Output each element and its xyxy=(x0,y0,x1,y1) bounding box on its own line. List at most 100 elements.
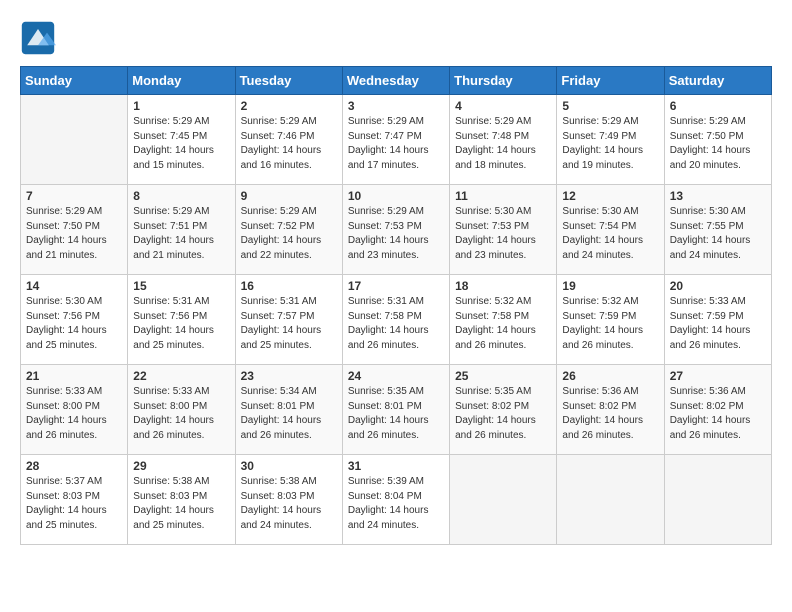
calendar-cell: 17 Sunrise: 5:31 AM Sunset: 7:58 PM Dayli… xyxy=(342,275,449,365)
day-number: 10 xyxy=(348,189,444,203)
day-info: Sunrise: 5:31 AM Sunset: 7:57 PM Dayligh… xyxy=(241,295,337,353)
calendar-cell: 11 Sunrise: 5:30 AM Sunset: 7:53 PM Dayli… xyxy=(450,185,557,275)
day-number: 12 xyxy=(562,189,658,203)
calendar-cell: 23Sunrise: 5:34 AM Sunset: 8:01 PM Dayli… xyxy=(235,365,342,455)
day-number: 22 xyxy=(133,369,229,383)
calendar-cell: 26Sunrise: 5:36 AM Sunset: 8:02 PM Dayli… xyxy=(557,365,664,455)
day-number: 31 xyxy=(348,459,444,473)
day-number: 6 xyxy=(670,99,766,113)
day-info: Sunrise: 5:36 AM Sunset: 8:02 PM Dayligh… xyxy=(670,385,766,443)
weekday-header-tuesday: Tuesday xyxy=(235,67,342,95)
day-info: Sunrise: 5:35 AM Sunset: 8:01 PM Dayligh… xyxy=(348,385,444,443)
day-info: Sunrise: 5:29 AM Sunset: 7:49 PM Dayligh… xyxy=(562,115,658,173)
day-info: Sunrise: 5:29 AM Sunset: 7:52 PM Dayligh… xyxy=(241,205,337,263)
day-number: 29 xyxy=(133,459,229,473)
calendar-header-row: SundayMondayTuesdayWednesdayThursdayFrid… xyxy=(21,67,772,95)
day-info: Sunrise: 5:29 AM Sunset: 7:45 PM Dayligh… xyxy=(133,115,229,173)
calendar-cell: 27 Sunrise: 5:36 AM Sunset: 8:02 PM Dayli… xyxy=(664,365,771,455)
calendar-week-row: 28Sunrise: 5:37 AM Sunset: 8:03 PM Dayli… xyxy=(21,455,772,545)
calendar-cell: 9 Sunrise: 5:29 AM Sunset: 7:52 PM Daylig… xyxy=(235,185,342,275)
day-info: Sunrise: 5:32 AM Sunset: 7:58 PM Dayligh… xyxy=(455,295,551,353)
logo-icon xyxy=(20,20,56,56)
calendar-cell: 22 Sunrise: 5:33 AM Sunset: 8:00 PM Dayli… xyxy=(128,365,235,455)
day-info: Sunrise: 5:33 AM Sunset: 7:59 PM Dayligh… xyxy=(670,295,766,353)
calendar-cell: 21 Sunrise: 5:33 AM Sunset: 8:00 PM Dayli… xyxy=(21,365,128,455)
calendar-cell xyxy=(450,455,557,545)
day-info: Sunrise: 5:29 AM Sunset: 7:50 PM Dayligh… xyxy=(26,205,122,263)
day-number: 5 xyxy=(562,99,658,113)
calendar-cell: 10Sunrise: 5:29 AM Sunset: 7:53 PM Dayli… xyxy=(342,185,449,275)
day-number: 7 xyxy=(26,189,122,203)
day-number: 18 xyxy=(455,279,551,293)
calendar-cell: 2 Sunrise: 5:29 AM Sunset: 7:46 PM Daylig… xyxy=(235,95,342,185)
day-info: Sunrise: 5:29 AM Sunset: 7:51 PM Dayligh… xyxy=(133,205,229,263)
day-info: Sunrise: 5:36 AM Sunset: 8:02 PM Dayligh… xyxy=(562,385,658,443)
calendar-cell: 25Sunrise: 5:35 AM Sunset: 8:02 PM Dayli… xyxy=(450,365,557,455)
calendar-cell: 7 Sunrise: 5:29 AM Sunset: 7:50 PM Daylig… xyxy=(21,185,128,275)
calendar-cell: 24 Sunrise: 5:35 AM Sunset: 8:01 PM Dayli… xyxy=(342,365,449,455)
day-number: 13 xyxy=(670,189,766,203)
day-number: 20 xyxy=(670,279,766,293)
day-number: 1 xyxy=(133,99,229,113)
day-info: Sunrise: 5:38 AM Sunset: 8:03 PM Dayligh… xyxy=(133,475,229,533)
weekday-header-monday: Monday xyxy=(128,67,235,95)
calendar-body: 1 Sunrise: 5:29 AM Sunset: 7:45 PM Daylig… xyxy=(21,95,772,545)
calendar-cell: 28Sunrise: 5:37 AM Sunset: 8:03 PM Dayli… xyxy=(21,455,128,545)
weekday-header-saturday: Saturday xyxy=(664,67,771,95)
day-number: 2 xyxy=(241,99,337,113)
day-info: Sunrise: 5:38 AM Sunset: 8:03 PM Dayligh… xyxy=(241,475,337,533)
day-info: Sunrise: 5:33 AM Sunset: 8:00 PM Dayligh… xyxy=(133,385,229,443)
calendar-cell xyxy=(557,455,664,545)
day-info: Sunrise: 5:31 AM Sunset: 7:58 PM Dayligh… xyxy=(348,295,444,353)
day-info: Sunrise: 5:29 AM Sunset: 7:50 PM Dayligh… xyxy=(670,115,766,173)
day-info: Sunrise: 5:30 AM Sunset: 7:56 PM Dayligh… xyxy=(26,295,122,353)
day-number: 21 xyxy=(26,369,122,383)
day-number: 14 xyxy=(26,279,122,293)
calendar-cell: 5 Sunrise: 5:29 AM Sunset: 7:49 PM Daylig… xyxy=(557,95,664,185)
day-info: Sunrise: 5:30 AM Sunset: 7:53 PM Dayligh… xyxy=(455,205,551,263)
calendar-cell: 4Sunrise: 5:29 AM Sunset: 7:48 PM Daylig… xyxy=(450,95,557,185)
calendar-cell: 15Sunrise: 5:31 AM Sunset: 7:56 PM Dayli… xyxy=(128,275,235,365)
day-number: 4 xyxy=(455,99,551,113)
day-number: 17 xyxy=(348,279,444,293)
day-number: 19 xyxy=(562,279,658,293)
day-number: 24 xyxy=(348,369,444,383)
calendar-cell: 3 Sunrise: 5:29 AM Sunset: 7:47 PM Daylig… xyxy=(342,95,449,185)
calendar-cell: 8 Sunrise: 5:29 AM Sunset: 7:51 PM Daylig… xyxy=(128,185,235,275)
day-info: Sunrise: 5:30 AM Sunset: 7:55 PM Dayligh… xyxy=(670,205,766,263)
day-number: 3 xyxy=(348,99,444,113)
calendar-week-row: 21 Sunrise: 5:33 AM Sunset: 8:00 PM Dayli… xyxy=(21,365,772,455)
calendar-cell: 16 Sunrise: 5:31 AM Sunset: 7:57 PM Dayli… xyxy=(235,275,342,365)
calendar-cell: 30Sunrise: 5:38 AM Sunset: 8:03 PM Dayli… xyxy=(235,455,342,545)
calendar-cell: 13 Sunrise: 5:30 AM Sunset: 7:55 PM Dayli… xyxy=(664,185,771,275)
day-info: Sunrise: 5:29 AM Sunset: 7:46 PM Dayligh… xyxy=(241,115,337,173)
calendar-cell xyxy=(21,95,128,185)
day-info: Sunrise: 5:39 AM Sunset: 8:04 PM Dayligh… xyxy=(348,475,444,533)
day-number: 9 xyxy=(241,189,337,203)
day-number: 8 xyxy=(133,189,229,203)
day-info: Sunrise: 5:30 AM Sunset: 7:54 PM Dayligh… xyxy=(562,205,658,263)
calendar-cell: 29 Sunrise: 5:38 AM Sunset: 8:03 PM Dayli… xyxy=(128,455,235,545)
calendar-week-row: 14 Sunrise: 5:30 AM Sunset: 7:56 PM Dayli… xyxy=(21,275,772,365)
calendar-cell: 12 Sunrise: 5:30 AM Sunset: 7:54 PM Dayli… xyxy=(557,185,664,275)
day-number: 27 xyxy=(670,369,766,383)
weekday-header-sunday: Sunday xyxy=(21,67,128,95)
day-info: Sunrise: 5:32 AM Sunset: 7:59 PM Dayligh… xyxy=(562,295,658,353)
calendar-cell: 14 Sunrise: 5:30 AM Sunset: 7:56 PM Dayli… xyxy=(21,275,128,365)
calendar-week-row: 1 Sunrise: 5:29 AM Sunset: 7:45 PM Daylig… xyxy=(21,95,772,185)
page-header xyxy=(20,20,772,56)
calendar-cell: 18 Sunrise: 5:32 AM Sunset: 7:58 PM Dayli… xyxy=(450,275,557,365)
logo xyxy=(20,20,62,56)
day-info: Sunrise: 5:33 AM Sunset: 8:00 PM Dayligh… xyxy=(26,385,122,443)
day-number: 16 xyxy=(241,279,337,293)
weekday-header-wednesday: Wednesday xyxy=(342,67,449,95)
day-info: Sunrise: 5:34 AM Sunset: 8:01 PM Dayligh… xyxy=(241,385,337,443)
day-number: 25 xyxy=(455,369,551,383)
calendar-cell: 19 Sunrise: 5:32 AM Sunset: 7:59 PM Dayli… xyxy=(557,275,664,365)
weekday-header-friday: Friday xyxy=(557,67,664,95)
day-info: Sunrise: 5:29 AM Sunset: 7:47 PM Dayligh… xyxy=(348,115,444,173)
weekday-header-thursday: Thursday xyxy=(450,67,557,95)
calendar-cell: 1 Sunrise: 5:29 AM Sunset: 7:45 PM Daylig… xyxy=(128,95,235,185)
day-number: 11 xyxy=(455,189,551,203)
calendar-cell: 20 Sunrise: 5:33 AM Sunset: 7:59 PM Dayli… xyxy=(664,275,771,365)
